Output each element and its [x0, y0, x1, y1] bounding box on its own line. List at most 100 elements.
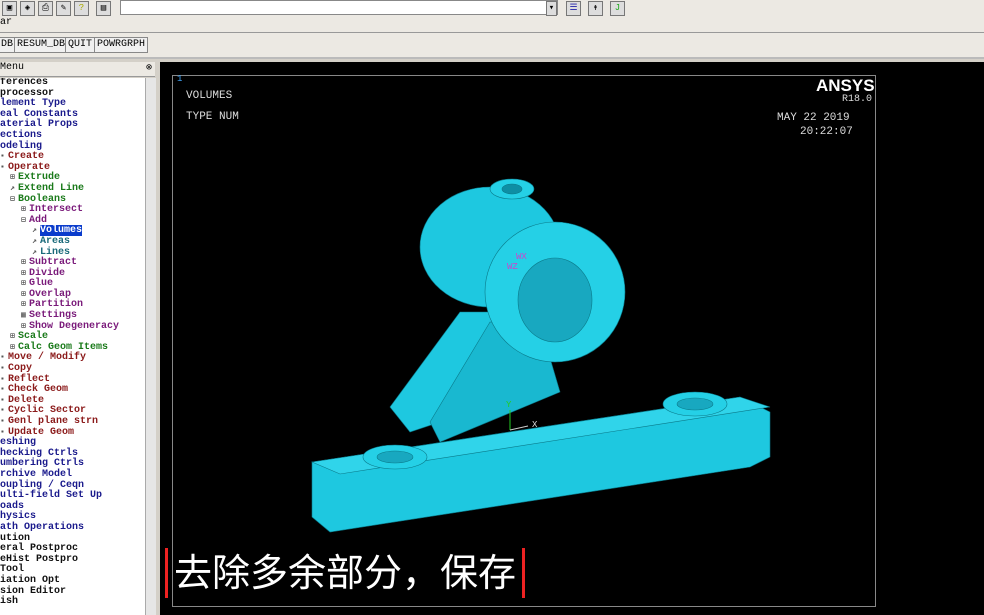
tree-node-icon[interactable]: ⊟: [10, 195, 18, 206]
menu-scrollbar[interactable]: [145, 78, 156, 615]
tree-node-icon[interactable]: ▪: [0, 375, 8, 386]
menu-item[interactable]: ⊞ Intersect: [0, 204, 145, 216]
resume-db-button[interactable]: RESUM_DB: [14, 37, 69, 53]
menu-item-label: odeling: [0, 140, 43, 152]
menu-item-label: processor: [0, 87, 55, 99]
date-label: MAY 22 2019: [777, 112, 850, 124]
menu-item-label: Extend Line: [18, 182, 85, 194]
tree-node-icon[interactable]: ↗: [32, 237, 40, 248]
main-menu-tree: ferences processor lement Type eal Constant…: [0, 78, 145, 615]
menu-item-label: Update Geom: [8, 426, 75, 438]
menu-item[interactable]: ↗ Areas: [0, 235, 145, 248]
report-icon[interactable]: ✎: [56, 1, 71, 16]
menu-item-label: hysics: [0, 511, 37, 523]
tree-node-icon[interactable]: ↗: [32, 226, 40, 237]
menu-item-label: Cyclic Sector: [8, 405, 87, 417]
time-label: 20:22:07: [800, 126, 853, 138]
tree-node-icon[interactable]: ⊞: [21, 279, 29, 290]
menu-item-label: eral Postproc: [0, 543, 79, 555]
tree-node-icon[interactable]: ▦: [21, 311, 29, 322]
menu-item-label: Create: [8, 151, 45, 163]
tree-node-icon[interactable]: ⊟: [21, 216, 29, 227]
menu-item-label: Settings: [29, 310, 78, 322]
menu-item-label: ution: [0, 532, 31, 544]
toolbar-label: ar: [0, 17, 984, 33]
tree-node-icon[interactable]: ⊞: [21, 205, 29, 216]
axis-x-label: X: [532, 420, 538, 430]
main-menu-title: Menu: [0, 62, 25, 73]
save-icon[interactable]: ▣: [2, 1, 17, 16]
menu-item[interactable]: ⊞ Glue: [0, 278, 145, 290]
powrgrph-button[interactable]: POWRGRPH: [94, 37, 149, 53]
tree-node-icon[interactable]: ↗: [10, 184, 18, 195]
wp-z-label: WZ: [507, 262, 518, 272]
menu-item-label: eshing: [0, 437, 37, 449]
menu-item-label: iation Opt: [0, 574, 61, 586]
graphics-window[interactable]: 1 VOLUMES TYPE NUM ANSYS R18.0 MAY 22 20…: [160, 62, 984, 615]
tree-node-icon[interactable]: ⊞: [10, 332, 18, 343]
menu-item[interactable]: ⊞ Divide: [0, 268, 145, 280]
menu-item-label: Subtract: [29, 257, 78, 269]
menu-item-label: umbering Ctrls: [0, 458, 85, 470]
command-input[interactable]: [120, 0, 558, 15]
menu-item-label: Reflect: [8, 373, 51, 385]
menu-item[interactable]: ↗ Volumes: [0, 225, 145, 237]
abbreviation-toolbar: DB RESUM_DB QUIT POWRGRPH: [0, 33, 984, 59]
tree-node-icon[interactable]: ⊞: [21, 269, 29, 280]
menu-item-label: Genl plane strn: [8, 416, 99, 427]
menu-item-label: Volumes: [40, 225, 83, 237]
menu-item-label: Intersect: [29, 204, 84, 216]
collapse-icon[interactable]: ⊗: [146, 62, 152, 74]
dropdown-arrow-icon[interactable]: ▾: [546, 1, 557, 16]
menu-item-label: Extrude: [18, 172, 61, 184]
tree-node-icon[interactable]: ⊞: [21, 290, 29, 301]
menu-item-label: Move / Modify: [8, 352, 87, 364]
tree-node-icon[interactable]: ▪: [0, 417, 8, 428]
menu-item[interactable]: sion Editor: [0, 585, 145, 598]
axis-y-label: Y: [506, 400, 512, 410]
tree-node-icon[interactable]: ▪: [0, 152, 8, 163]
viewport-frame: [172, 75, 876, 607]
tree-node-icon[interactable]: ▪: [0, 396, 8, 407]
resume-icon[interactable]: ◈: [20, 1, 35, 16]
menu-item-label: ath Operations: [0, 521, 85, 533]
menu-item[interactable]: ⊞ Subtract: [0, 257, 145, 269]
menu-item-label: sion Editor: [0, 585, 67, 597]
contact-manager-icon[interactable]: J: [610, 1, 625, 16]
menu-item-label: rchive Model: [0, 468, 73, 480]
menu-item-label: Partition: [29, 299, 84, 311]
tree-node-icon[interactable]: ▪: [0, 364, 8, 375]
reset-picking-icon[interactable]: ↟: [588, 1, 603, 16]
menu-item-label: ections: [0, 129, 43, 141]
tree-node-icon[interactable]: ▪: [0, 385, 8, 396]
menu-item-label: Tool: [0, 564, 25, 576]
version-label: R18.0: [842, 94, 873, 105]
tree-node-icon[interactable]: ⊞: [21, 300, 29, 311]
menu-item-label: Copy: [8, 363, 33, 375]
menu-item-label: Glue: [29, 278, 54, 290]
help-icon[interactable]: ?: [74, 1, 89, 16]
menu-item-label: Check Geom: [8, 384, 69, 396]
ansys-logo: ANSYS: [816, 76, 875, 95]
plot-label: VOLUMES: [186, 90, 233, 102]
main-menu-header: Menu ⊗: [0, 62, 155, 77]
menu-item-label: lement Type: [0, 98, 67, 110]
print-icon[interactable]: ⎙: [38, 1, 53, 16]
main-toolbar: ▣ ◈ ⎙ ✎ ? ▤ ▾ ☰ ↟ J: [0, 0, 984, 18]
menu-item-label: Show Degeneracy: [29, 320, 120, 332]
contents-icon[interactable]: ▤: [96, 1, 111, 16]
menu-item-label: ulti-field Set Up: [0, 490, 103, 502]
tree-node-icon[interactable]: ▪: [0, 353, 8, 364]
tree-node-icon[interactable]: ▪: [0, 163, 8, 174]
window-number: 1: [177, 74, 183, 84]
tree-node-icon[interactable]: ▪: [0, 406, 8, 417]
video-subtitle: 去除多余部分，保存: [165, 548, 526, 598]
menu-item-label: ish: [0, 596, 19, 608]
menu-item-label: Areas: [40, 235, 71, 247]
menu-item-label: Lines: [40, 246, 71, 258]
menu-item[interactable]: ish: [0, 596, 145, 608]
quit-button[interactable]: QUIT: [65, 37, 96, 53]
tree-node-icon[interactable]: ⊞: [10, 173, 18, 184]
raise-hidden-icon[interactable]: ☰: [566, 1, 581, 16]
tree-node-icon[interactable]: ⊞: [21, 258, 29, 269]
